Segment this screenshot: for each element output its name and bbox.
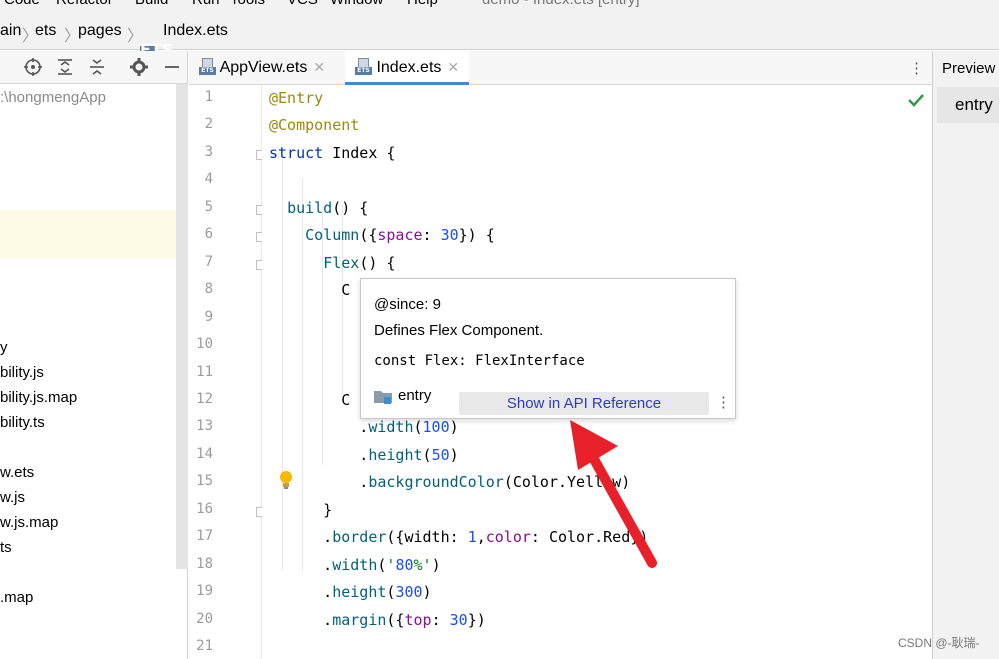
tree-item[interactable]: bility.js xyxy=(0,364,44,381)
tab-label: AppView.ets xyxy=(219,59,308,76)
tree-item[interactable]: w.ets xyxy=(0,464,34,481)
watermark: CSDN @-耿瑞- xyxy=(898,636,980,650)
code-line[interactable]: C xyxy=(269,391,350,409)
line-number: 4 xyxy=(204,171,213,188)
line-number: 5 xyxy=(204,198,213,215)
line-number: 7 xyxy=(204,253,213,270)
line-number: 17 xyxy=(196,528,213,545)
line-number: 10 xyxy=(196,336,213,353)
ets-file-icon: ETS xyxy=(355,58,372,75)
menu-build[interactable]: Build xyxy=(135,0,168,8)
code-line[interactable]: .height(300) xyxy=(269,583,431,601)
line-number: 14 xyxy=(196,445,213,462)
lightbulb-icon[interactable] xyxy=(278,470,294,490)
line-number: 15 xyxy=(196,473,213,490)
tree-item[interactable]: y xyxy=(0,339,8,356)
tab-label: Index.ets xyxy=(376,59,442,76)
code-line[interactable]: C xyxy=(269,281,350,299)
project-toolbar xyxy=(0,51,188,84)
check-icon xyxy=(908,94,924,107)
breadcrumb-item-ets[interactable]: ets xyxy=(35,22,56,40)
line-number: 1 xyxy=(204,89,213,105)
ets-file-icon: ETS xyxy=(199,58,216,75)
expand-all-icon[interactable] xyxy=(55,57,75,77)
line-gutter: 1 2 3 4 5 6 7 8 9 10 11 12 13 14 15 16 17 18 19 20 21 xyxy=(189,85,265,659)
line-number: 12 xyxy=(196,390,213,407)
previewer-panel: Preview entry xyxy=(932,51,999,659)
menu-window[interactable]: Window xyxy=(330,0,383,8)
tree-item[interactable]: bility.ts xyxy=(0,414,45,431)
tree-item[interactable]: .map xyxy=(0,589,33,606)
collapse-all-icon[interactable] xyxy=(87,57,107,77)
line-number: 11 xyxy=(196,363,213,380)
menu-tools[interactable]: Tools xyxy=(230,0,265,8)
code-line[interactable]: Flex() { xyxy=(269,254,395,272)
breadcrumb: ain 〉 ets 〉 pages 〉 ETS Index.ets xyxy=(0,10,999,58)
code-line[interactable]: .margin({top: 30}) xyxy=(269,611,486,629)
code-line[interactable]: build() { xyxy=(269,199,368,217)
previewer-entry-tab[interactable]: entry xyxy=(937,87,999,123)
line-number: 21 xyxy=(196,638,213,654)
line-number: 13 xyxy=(196,418,213,435)
line-number: 16 xyxy=(196,500,213,517)
line-number: 2 xyxy=(204,116,213,133)
module-folder-icon xyxy=(374,391,392,404)
previewer-title[interactable]: Preview xyxy=(942,60,995,77)
code-line[interactable]: @Entry xyxy=(269,89,323,107)
tree-item[interactable]: w.js xyxy=(0,489,25,506)
editor-tab-bar: ETS AppView.ets ✕ ETS Index.ets ✕ ⋮ xyxy=(189,51,932,85)
breadcrumb-item-pages[interactable]: pages xyxy=(78,22,122,40)
menu-help[interactable]: Help xyxy=(407,0,438,8)
menu-run[interactable]: Run xyxy=(192,0,220,8)
selected-row-highlight xyxy=(0,210,176,259)
since-label: @since: 9 xyxy=(374,296,441,313)
tree-item[interactable]: ts xyxy=(0,539,12,556)
minimize-icon[interactable] xyxy=(162,57,182,77)
window-title: demo - Index.ets [entry] xyxy=(482,0,640,8)
menu-code[interactable]: Code xyxy=(4,0,40,8)
code-line[interactable]: .width(100) xyxy=(269,418,458,436)
annotation-arrow xyxy=(570,420,657,568)
description-text: Defines Flex Component. xyxy=(374,322,544,339)
signature-text: const Flex: FlexInterface xyxy=(374,353,585,369)
more-vertical-icon[interactable]: ⋮ xyxy=(909,59,924,77)
close-icon[interactable]: ✕ xyxy=(447,59,459,75)
tab-appview[interactable]: ETS AppView.ets ✕ xyxy=(199,51,325,85)
code-line[interactable]: .width('80%') xyxy=(269,556,440,574)
menu-vcs[interactable]: VCS xyxy=(287,0,318,8)
code-line[interactable]: Column({space: 30}) { xyxy=(269,226,495,244)
tree-item[interactable]: w.js.map xyxy=(0,514,58,531)
close-icon[interactable]: ✕ xyxy=(313,59,325,75)
line-number: 18 xyxy=(196,555,213,572)
tree-item[interactable]: bility.js.map xyxy=(0,389,77,406)
code-line[interactable]: } xyxy=(269,501,332,519)
documentation-popup: @since: 9 Defines Flex Component. const … xyxy=(360,278,736,419)
project-root[interactable]: :\hongmengApp xyxy=(0,89,106,106)
breadcrumb-item-module[interactable]: ain xyxy=(0,22,21,40)
line-number: 19 xyxy=(196,583,213,600)
line-number: 9 xyxy=(204,308,213,325)
gear-icon[interactable] xyxy=(129,57,149,77)
project-panel: :\hongmengApp y bility.js bility.js.map … xyxy=(0,84,188,659)
breadcrumb-item-file[interactable]: Index.ets xyxy=(163,22,228,40)
line-number: 6 xyxy=(204,226,213,243)
show-api-reference-button[interactable]: Show in API Reference xyxy=(459,392,709,415)
tab-index[interactable]: ETS Index.ets ✕ xyxy=(345,51,470,85)
line-number: 20 xyxy=(196,610,213,627)
line-number: 8 xyxy=(204,281,213,298)
module-label: entry xyxy=(398,387,432,404)
menu-bar: Code Refactor Build Run Tools VCS Window… xyxy=(0,0,999,10)
line-number: 3 xyxy=(204,143,213,160)
locate-icon[interactable] xyxy=(23,57,43,77)
code-line[interactable]: @Component xyxy=(269,116,359,134)
more-vertical-icon[interactable]: ⋮ xyxy=(716,393,731,411)
menu-refactor[interactable]: Refactor xyxy=(56,0,113,8)
code-line[interactable]: struct Index { xyxy=(269,144,395,162)
code-line[interactable]: .height(50) xyxy=(269,446,458,464)
project-scrollbar[interactable] xyxy=(176,84,188,569)
